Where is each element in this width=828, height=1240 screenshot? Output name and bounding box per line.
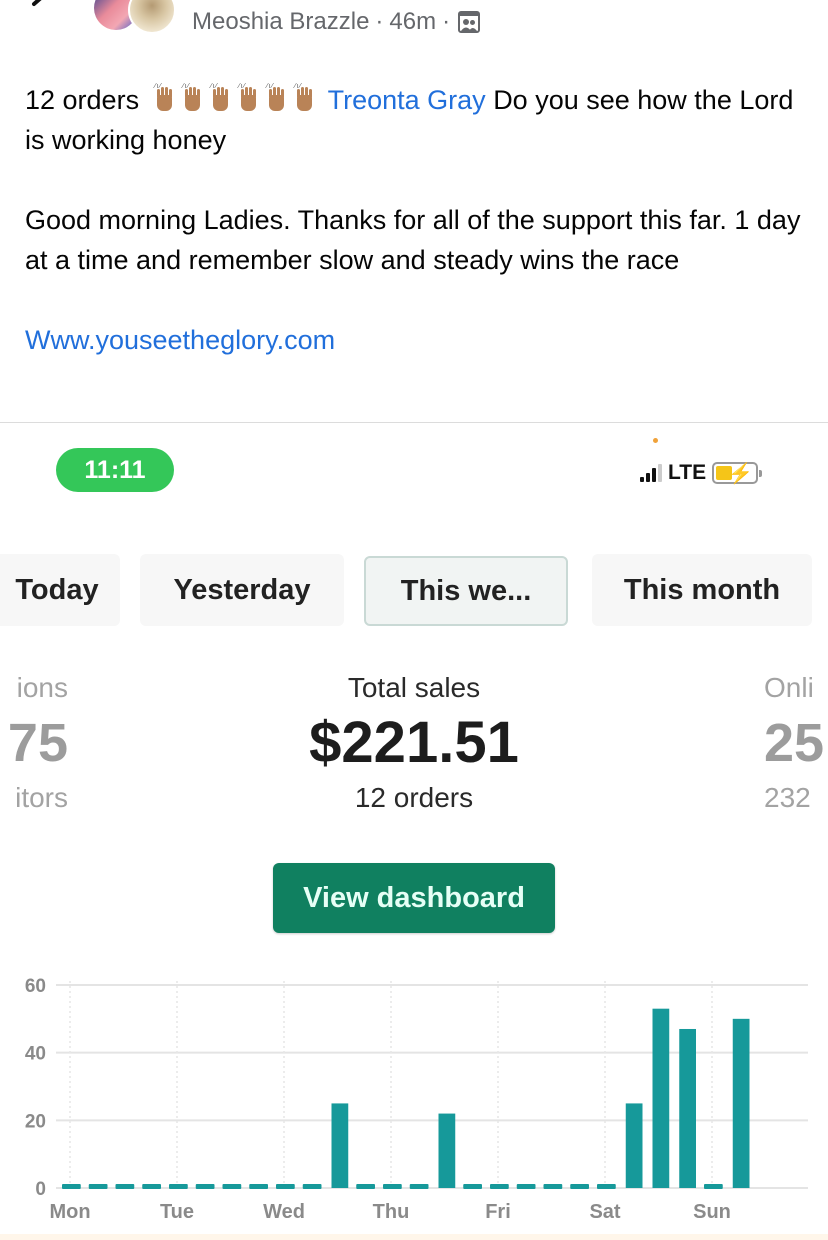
- x-tick-label: Wed: [263, 1201, 305, 1223]
- raising-hands-emoji: ⁄ı⁄: [149, 83, 179, 113]
- bar-zero: [249, 1184, 268, 1189]
- sales-chart: 0 20 40 60 Mon Tue Wed Thu Fri Sat Sun: [0, 963, 828, 1240]
- separator: ·: [375, 8, 384, 35]
- bar-zero: [302, 1184, 322, 1189]
- bar: [438, 1113, 456, 1188]
- group-icon[interactable]: [458, 11, 481, 33]
- separator: ·: [442, 8, 451, 35]
- y-tick-label: 0: [35, 1179, 46, 1200]
- attached-screenshot[interactable]: 11:11 LTE ⚡ Today Yesterday This we... T…: [0, 423, 828, 1240]
- tab-this-week[interactable]: This we...: [364, 556, 568, 626]
- author-line: Meoshia Brazzle · 46m ·: [192, 8, 481, 36]
- x-tick-label: Tue: [160, 1201, 194, 1223]
- avatar[interactable]: [94, 0, 184, 36]
- raising-hands-emoji: ⁄ı⁄: [289, 83, 319, 113]
- bar-zero: [597, 1184, 616, 1189]
- back-arrow-icon[interactable]: [28, 0, 56, 16]
- bar-zero: [409, 1184, 429, 1189]
- metric-online[interactable]: Onli 25 232: [764, 668, 828, 818]
- sales-bar-chart: 0 20 40 60 Mon Tue Wed Thu Fri Sat Sun: [25, 976, 808, 1223]
- bar-zero: [356, 1184, 375, 1189]
- status-indicators: LTE ⚡: [640, 461, 763, 485]
- battery-charging-icon: ⚡: [712, 462, 763, 485]
- bar: [679, 1028, 696, 1188]
- bar-zero: [490, 1184, 509, 1189]
- tab-this-month[interactable]: This month: [592, 554, 812, 626]
- mention-link[interactable]: Treonta Gray: [328, 85, 486, 115]
- bar-zero: [516, 1184, 536, 1189]
- x-tick-label: Sun: [693, 1201, 731, 1223]
- view-dashboard-button[interactable]: View dashboard: [273, 863, 555, 933]
- metric-sub: 232: [764, 782, 811, 813]
- bar-zero: [222, 1184, 242, 1189]
- post-paragraph-2: Good morning Ladies. Thanks for all of t…: [25, 205, 801, 275]
- bar-zero: [543, 1184, 563, 1189]
- bar-zero: [169, 1184, 188, 1189]
- author-avatar[interactable]: [128, 0, 176, 34]
- post-header: Meoshia Brazzle · 46m ·: [0, 0, 828, 50]
- website-link[interactable]: Www.youseetheglory.com: [25, 325, 335, 355]
- y-tick-label: 20: [25, 1111, 46, 1132]
- signal-bars-icon: [640, 464, 662, 482]
- network-type: LTE: [668, 461, 707, 484]
- bar: [652, 1008, 670, 1188]
- y-tick-label: 60: [25, 976, 46, 997]
- bar-zero: [463, 1184, 482, 1189]
- x-tick-label: Thu: [373, 1201, 410, 1223]
- x-tick-label: Mon: [49, 1201, 90, 1223]
- x-tick-label: Sat: [589, 1201, 620, 1223]
- bar-zero: [62, 1184, 81, 1189]
- metric-label: Total sales: [347, 672, 481, 703]
- bar: [625, 1103, 643, 1188]
- bar: [732, 1018, 750, 1188]
- metric-value: 25: [764, 713, 825, 773]
- status-time: 11:11: [56, 448, 174, 492]
- metric-total-sales[interactable]: Total sales $221.51 12 orders: [264, 668, 564, 818]
- post-paragraph-1: 12 orders ⁄ı⁄ ⁄ı⁄ ⁄ı⁄ ⁄ı⁄ ⁄ı⁄ ⁄ı⁄ Treonta Gra…: [25, 80, 805, 160]
- bar-zero: [142, 1184, 161, 1189]
- bar: [331, 1103, 349, 1188]
- bar-zero: [570, 1184, 589, 1189]
- raising-hands-emoji: ⁄ı⁄: [261, 83, 291, 113]
- metric-label: ions: [16, 672, 68, 703]
- bar-zero: [195, 1184, 215, 1189]
- bar-zero: [276, 1184, 295, 1189]
- raising-hands-emoji: ⁄ı⁄: [233, 83, 263, 113]
- privacy-indicator-dot: [653, 438, 658, 443]
- timestamp[interactable]: 46m: [389, 8, 436, 36]
- metric-sub: 12 orders: [354, 782, 474, 813]
- tab-yesterday[interactable]: Yesterday: [140, 554, 344, 626]
- y-tick-label: 40: [25, 1044, 46, 1065]
- x-tick-label: Fri: [485, 1201, 511, 1223]
- post-text-prefix: 12 orders: [25, 85, 140, 115]
- bar-zero: [88, 1184, 108, 1189]
- metric-value: 75: [7, 713, 68, 773]
- bar-zero: [115, 1184, 135, 1189]
- raising-hands-emoji: ⁄ı⁄: [177, 83, 207, 113]
- metric-sessions[interactable]: ions 75 itors: [0, 668, 68, 818]
- metric-value: $221.51: [309, 710, 519, 775]
- bar-zero: [383, 1184, 402, 1189]
- author-name[interactable]: Meoshia Brazzle: [192, 8, 369, 36]
- metric-label: Onli: [764, 672, 814, 703]
- post-text: 12 orders ⁄ı⁄ ⁄ı⁄ ⁄ı⁄ ⁄ı⁄ ⁄ı⁄ ⁄ı⁄ Treonta Gra…: [25, 80, 805, 360]
- metric-sub: itors: [15, 782, 68, 813]
- raising-hands-emoji-row: ⁄ı⁄ ⁄ı⁄ ⁄ı⁄ ⁄ı⁄ ⁄ı⁄ ⁄ı⁄: [149, 83, 317, 113]
- bar-zero: [704, 1184, 723, 1189]
- date-range-tabs: Today Yesterday This we... This month: [0, 554, 828, 628]
- tab-today[interactable]: Today: [0, 554, 120, 626]
- raising-hands-emoji: ⁄ı⁄: [205, 83, 235, 113]
